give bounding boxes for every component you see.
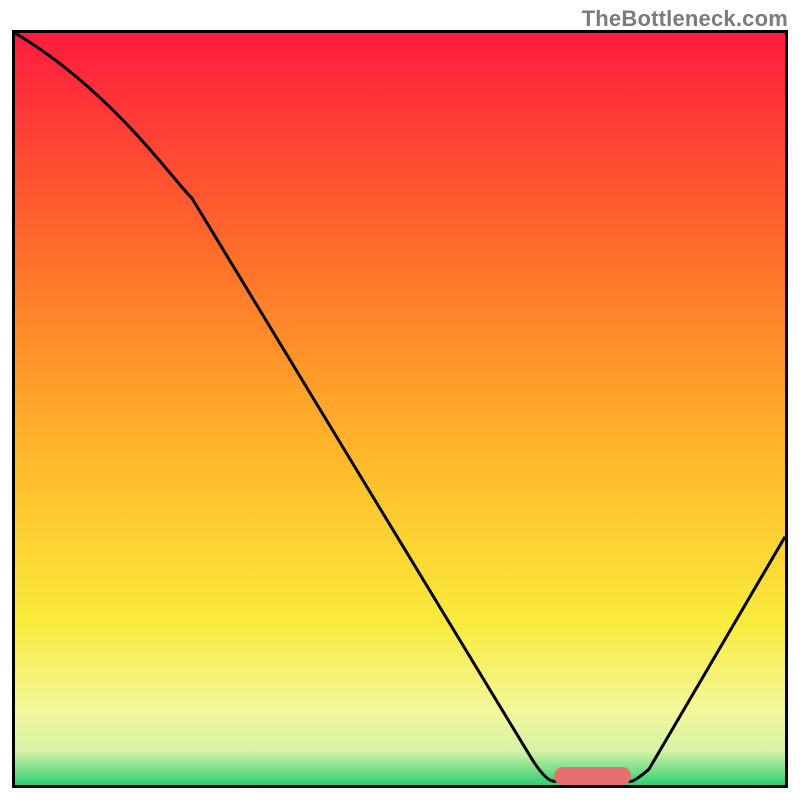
line-layer: [15, 33, 785, 785]
optimal-marker: [554, 767, 631, 785]
plot-frame: [12, 30, 788, 788]
chart-container: TheBottleneck.com: [0, 0, 800, 800]
watermark-text: TheBottleneck.com: [582, 6, 788, 32]
bottleneck-curve: [15, 33, 785, 781]
